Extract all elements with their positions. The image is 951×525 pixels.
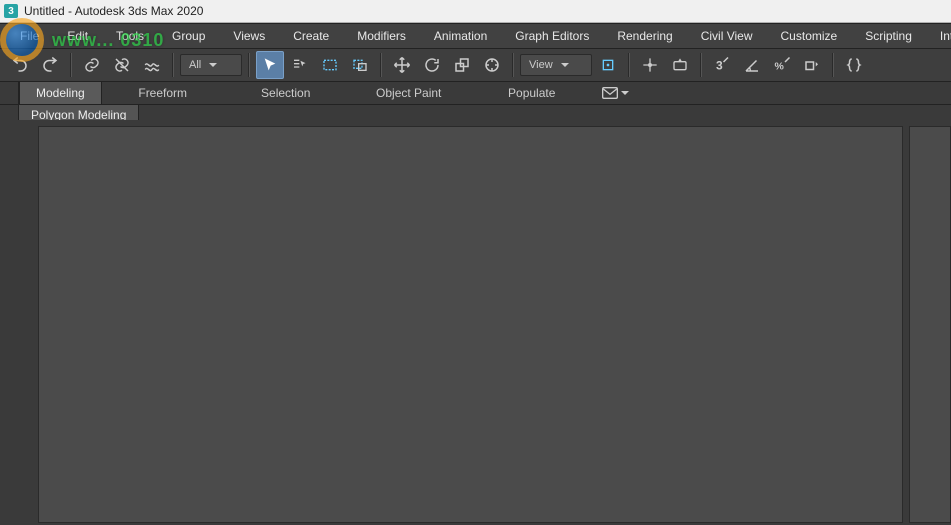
window-crossing-button[interactable]: [346, 51, 374, 79]
rotate-icon: [423, 56, 441, 74]
separator: [628, 53, 630, 77]
menu-civil-view[interactable]: Civil View: [687, 24, 767, 48]
angle-snap-icon: [743, 56, 761, 74]
menu-customize[interactable]: Customize: [767, 24, 852, 48]
snap-toggle-button[interactable]: 3: [708, 51, 736, 79]
curly-braces-icon: [845, 56, 863, 74]
place-icon: [483, 56, 501, 74]
ribbon-tab-modeling[interactable]: Modeling: [19, 82, 102, 104]
bind-spacewarp-button[interactable]: [138, 51, 166, 79]
menu-create[interactable]: Create: [279, 24, 343, 48]
separator: [832, 53, 834, 77]
ribbon-tab-selection[interactable]: Selection: [225, 82, 348, 104]
separator: [172, 53, 174, 77]
unlink-icon: [113, 56, 131, 74]
separator: [380, 53, 382, 77]
link-icon: [83, 56, 101, 74]
percent-snap-icon: %: [773, 56, 791, 74]
chevron-down-icon: [561, 63, 569, 67]
angle-snap-button[interactable]: [738, 51, 766, 79]
menu-graph-editors[interactable]: Graph Editors: [501, 24, 603, 48]
scale-icon: [453, 56, 471, 74]
viewport-right[interactable]: [909, 126, 951, 523]
separator: [248, 53, 250, 77]
menu-tools[interactable]: Tools: [102, 24, 158, 48]
cursor-icon: [262, 57, 278, 73]
menu-modifiers[interactable]: Modifiers: [343, 24, 420, 48]
use-pivot-center-button[interactable]: [594, 51, 622, 79]
spinner-snap-button[interactable]: [798, 51, 826, 79]
menu-views[interactable]: Views: [219, 24, 279, 48]
scale-button[interactable]: [448, 51, 476, 79]
named-selection-sets-button[interactable]: [840, 51, 868, 79]
spacewarp-icon: [143, 56, 161, 74]
spinner-snap-icon: [803, 56, 821, 74]
menu-rendering[interactable]: Rendering: [603, 24, 686, 48]
mail-icon: [602, 87, 618, 99]
menu-file[interactable]: File: [6, 24, 53, 48]
separator: [70, 53, 72, 77]
select-object-button[interactable]: [256, 51, 284, 79]
undo-button[interactable]: [6, 51, 34, 79]
rotate-button[interactable]: [418, 51, 446, 79]
chevron-down-icon: [209, 63, 217, 67]
manipulate-icon: [642, 57, 658, 73]
viewport-area: [0, 120, 951, 525]
link-button[interactable]: [78, 51, 106, 79]
keyboard-icon: [672, 57, 688, 73]
svg-text:3: 3: [716, 59, 723, 73]
select-manipulate-button[interactable]: [636, 51, 664, 79]
menu-interactive[interactable]: Interactive: [926, 24, 951, 48]
select-place-button[interactable]: [478, 51, 506, 79]
window-title: Untitled - Autodesk 3ds Max 2020: [24, 4, 203, 18]
keyboard-shortcut-override-button[interactable]: [666, 51, 694, 79]
menu-animation[interactable]: Animation: [420, 24, 501, 48]
redo-button[interactable]: [36, 51, 64, 79]
menu-bar: File Edit Tools Group Views Create Modif…: [0, 23, 951, 49]
selection-filter-dropdown[interactable]: All: [180, 54, 242, 76]
rect-select-icon: [322, 57, 338, 73]
app-icon: 3: [4, 4, 18, 18]
ribbon-tab-populate[interactable]: Populate: [471, 82, 594, 104]
ribbon-tab-freeform[interactable]: Freeform: [102, 82, 225, 104]
list-cursor-icon: [292, 57, 308, 73]
undo-icon: [11, 56, 29, 74]
crossing-icon: [352, 57, 368, 73]
reference-coord-dropdown[interactable]: View: [520, 54, 592, 76]
ribbon-bar: Modeling Freeform Selection Object Paint…: [0, 82, 951, 105]
ribbon-tab-object-paint[interactable]: Object Paint: [348, 82, 471, 104]
select-region-rect-button[interactable]: [316, 51, 344, 79]
menu-group[interactable]: Group: [158, 24, 219, 48]
redo-icon: [41, 56, 59, 74]
unlink-button[interactable]: [108, 51, 136, 79]
viewport-main[interactable]: [38, 126, 903, 523]
chevron-down-icon: [621, 91, 629, 95]
percent-snap-button[interactable]: %: [768, 51, 796, 79]
ribbon-handle[interactable]: [0, 82, 19, 104]
ribbon-expand-button[interactable]: [602, 82, 630, 104]
reference-coord-value: View: [529, 59, 553, 71]
move-button[interactable]: [388, 51, 416, 79]
selection-filter-value: All: [189, 59, 201, 71]
select-by-name-button[interactable]: [286, 51, 314, 79]
menu-scripting[interactable]: Scripting: [851, 24, 926, 48]
menu-edit[interactable]: Edit: [53, 24, 102, 48]
separator: [700, 53, 702, 77]
svg-text:%: %: [775, 61, 785, 73]
title-bar: 3 Untitled - Autodesk 3ds Max 2020: [0, 0, 951, 23]
pivot-icon: [600, 57, 616, 73]
separator: [512, 53, 514, 77]
main-toolbar: All View 3: [0, 49, 951, 82]
move-icon: [393, 56, 411, 74]
snap-icon: 3: [713, 56, 731, 74]
